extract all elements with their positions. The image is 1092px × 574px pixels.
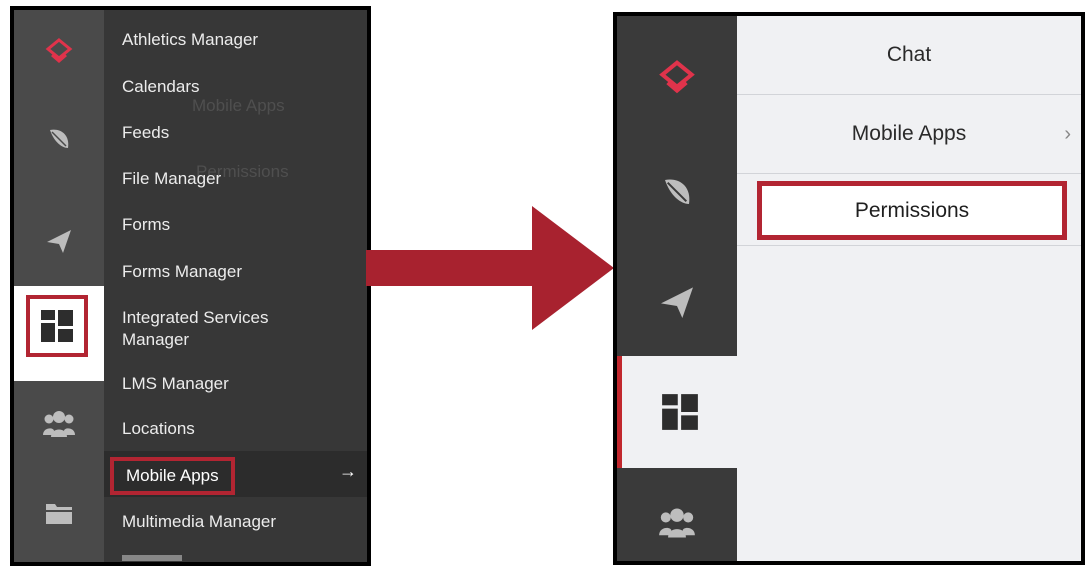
big-arrow-right-icon	[366, 206, 614, 330]
menu-item-integrated-services-manager[interactable]: Integrated Services Manager	[122, 307, 322, 351]
right-submenu: Chat Mobile Apps › Permissions	[737, 16, 1081, 561]
dashboard-icon	[661, 394, 698, 430]
rail-groups[interactable]	[617, 478, 737, 561]
left-screenshot-panel: Mobile Apps Permissions Athletics Manage…	[10, 6, 371, 566]
chevron-right-icon: ›	[1064, 122, 1071, 145]
rail-groups[interactable]	[14, 381, 104, 467]
dashboard-icon	[41, 310, 73, 342]
rail-send[interactable]	[14, 198, 104, 284]
submenu-item-chat[interactable]: Chat	[737, 16, 1081, 95]
right-icon-rail	[617, 16, 737, 561]
logo-icon	[659, 60, 695, 94]
menu-item-forms-manager[interactable]: Forms Manager	[122, 261, 242, 283]
paper-plane-icon	[661, 287, 693, 318]
menu-item-calendars[interactable]: Calendars	[122, 76, 200, 98]
ghost-text: Mobile Apps	[192, 96, 285, 115]
arrow-right-icon: →	[339, 461, 357, 481]
submenu-item-mobile-apps-label: Mobile Apps	[851, 122, 967, 145]
feather-icon	[50, 129, 69, 148]
rail-dashboard-active[interactable]	[14, 286, 104, 381]
rail-highlight-box	[26, 295, 88, 357]
rail-logo[interactable]	[14, 10, 104, 96]
group-icon	[659, 508, 695, 538]
menu-item-forms[interactable]: Forms	[122, 214, 170, 236]
feather-icon	[665, 179, 690, 204]
submenu-item-permissions-highlighted[interactable]: Permissions	[757, 181, 1067, 240]
rail-folder[interactable]	[14, 470, 104, 556]
left-icon-rail	[14, 10, 104, 562]
paper-plane-icon	[47, 230, 71, 253]
group-icon	[43, 411, 75, 437]
rail-send[interactable]	[617, 252, 737, 352]
cut-off-menu-item	[122, 555, 182, 561]
menu-item-multimedia-manager[interactable]: Multimedia Manager	[122, 511, 276, 533]
divider	[737, 245, 1081, 246]
rail-dashboard-active[interactable]	[617, 356, 737, 468]
menu-item-athletics-manager[interactable]: Athletics Manager	[122, 29, 258, 51]
menu-item-file-manager[interactable]: File Manager	[122, 168, 221, 190]
menu-item-feeds[interactable]: Feeds	[122, 122, 169, 144]
mobile-apps-highlight[interactable]: Mobile Apps	[110, 457, 235, 495]
rail-feather[interactable]	[617, 142, 737, 242]
rail-feather[interactable]	[14, 96, 104, 182]
rail-logo[interactable]	[617, 30, 737, 130]
logo-icon	[45, 38, 73, 63]
menu-item-locations[interactable]: Locations	[122, 418, 195, 440]
folder-icon	[46, 504, 72, 524]
submenu-item-mobile-apps[interactable]: Mobile Apps ›	[737, 95, 1081, 174]
left-menu-list: Mobile Apps Permissions Athletics Manage…	[104, 10, 367, 562]
right-screenshot-panel: Chat Mobile Apps › Permissions	[613, 12, 1085, 565]
menu-item-lms-manager[interactable]: LMS Manager	[122, 373, 229, 395]
menu-item-mobile-apps-selected[interactable]: Mobile Apps →	[104, 451, 367, 497]
